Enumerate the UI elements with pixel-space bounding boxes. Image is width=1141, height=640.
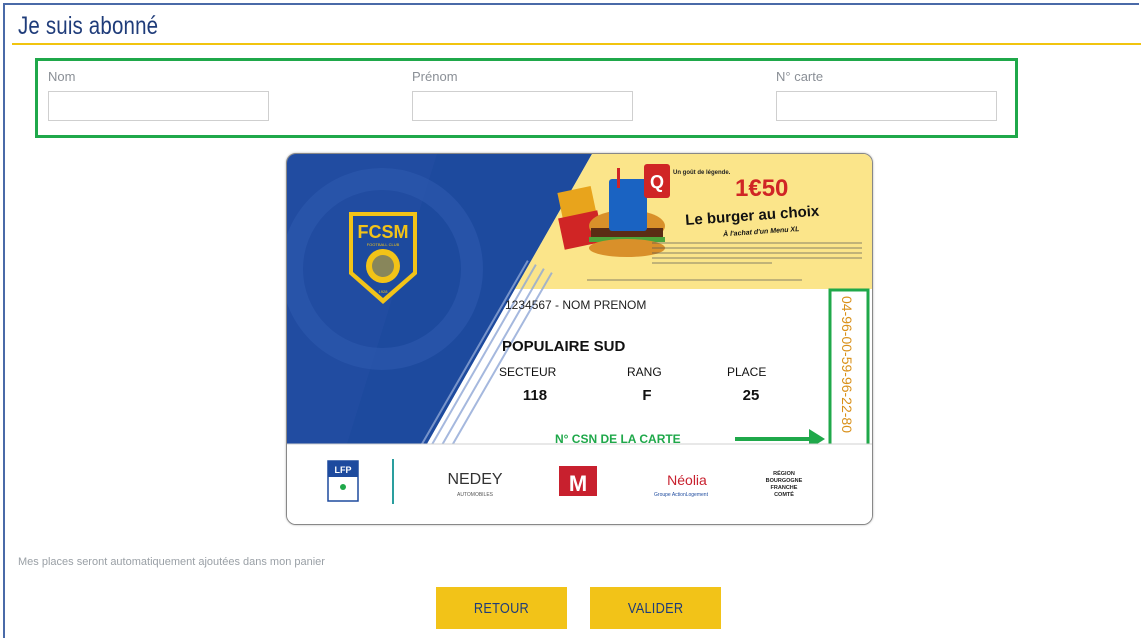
place-value: 25 xyxy=(743,387,760,404)
csn-value: 04-96-00-59-96-22-80 xyxy=(839,296,855,433)
club-logo-subtitle: FOOTBALL CLUB xyxy=(367,242,400,247)
secteur-value: 118 xyxy=(523,387,547,404)
svg-text:FRANCHE: FRANCHE xyxy=(771,485,798,491)
carte-label: N° carte xyxy=(776,69,824,84)
section-title: Je suis abonné xyxy=(18,12,159,40)
rang-value: F xyxy=(642,387,651,404)
valider-button[interactable]: VALIDER xyxy=(590,587,721,629)
svg-text:AUTOMOBILES: AUTOMOBILES xyxy=(457,492,494,498)
nom-label: Nom xyxy=(48,69,76,84)
subscription-card-image: Q Un goût de légende. 1€50 Le burger au … xyxy=(286,153,873,525)
valider-label: VALIDER xyxy=(627,599,684,617)
svg-text:LFP: LFP xyxy=(335,465,352,475)
svg-text:BOURGOGNE: BOURGOGNE xyxy=(766,478,803,484)
card-zone: POPULAIRE SUD xyxy=(502,338,626,355)
ad-tagline: Un goût de légende. xyxy=(673,170,731,176)
neolia-logo: Néolia xyxy=(667,472,707,488)
prenom-label: Prénom xyxy=(412,69,458,84)
panier-note: Mes places seront automatiquement ajouté… xyxy=(18,556,325,568)
club-logo-year: 1928 xyxy=(379,289,389,294)
title-divider xyxy=(12,43,1141,45)
nedey-logo: NEDEY xyxy=(447,471,502,488)
region-logo: RÉGION xyxy=(773,469,795,477)
svg-text:COMTÉ: COMTÉ xyxy=(774,490,794,498)
card-artwork: Q Un goût de légende. 1€50 Le burger au … xyxy=(287,154,872,524)
prenom-input[interactable] xyxy=(412,91,633,121)
carte-input[interactable] xyxy=(776,91,997,121)
club-logo-text: FCSM xyxy=(358,222,409,242)
ad-price: 1€50 xyxy=(735,175,788,202)
svg-text:Groupe ActionLogement: Groupe ActionLogement xyxy=(654,492,709,498)
nom-input[interactable] xyxy=(48,91,269,121)
card-holder: 1234567 - NOM PRENOM xyxy=(505,298,646,312)
rang-label: RANG xyxy=(627,365,662,379)
svg-text:M: M xyxy=(569,471,587,496)
subscriber-form: Nom Prénom N° carte xyxy=(35,58,1018,138)
retour-label: RETOUR xyxy=(473,599,530,617)
place-label: PLACE xyxy=(727,365,766,379)
retour-button[interactable]: RETOUR xyxy=(436,587,567,629)
svg-text:Q: Q xyxy=(650,172,664,192)
secteur-label: SECTEUR xyxy=(499,365,557,379)
